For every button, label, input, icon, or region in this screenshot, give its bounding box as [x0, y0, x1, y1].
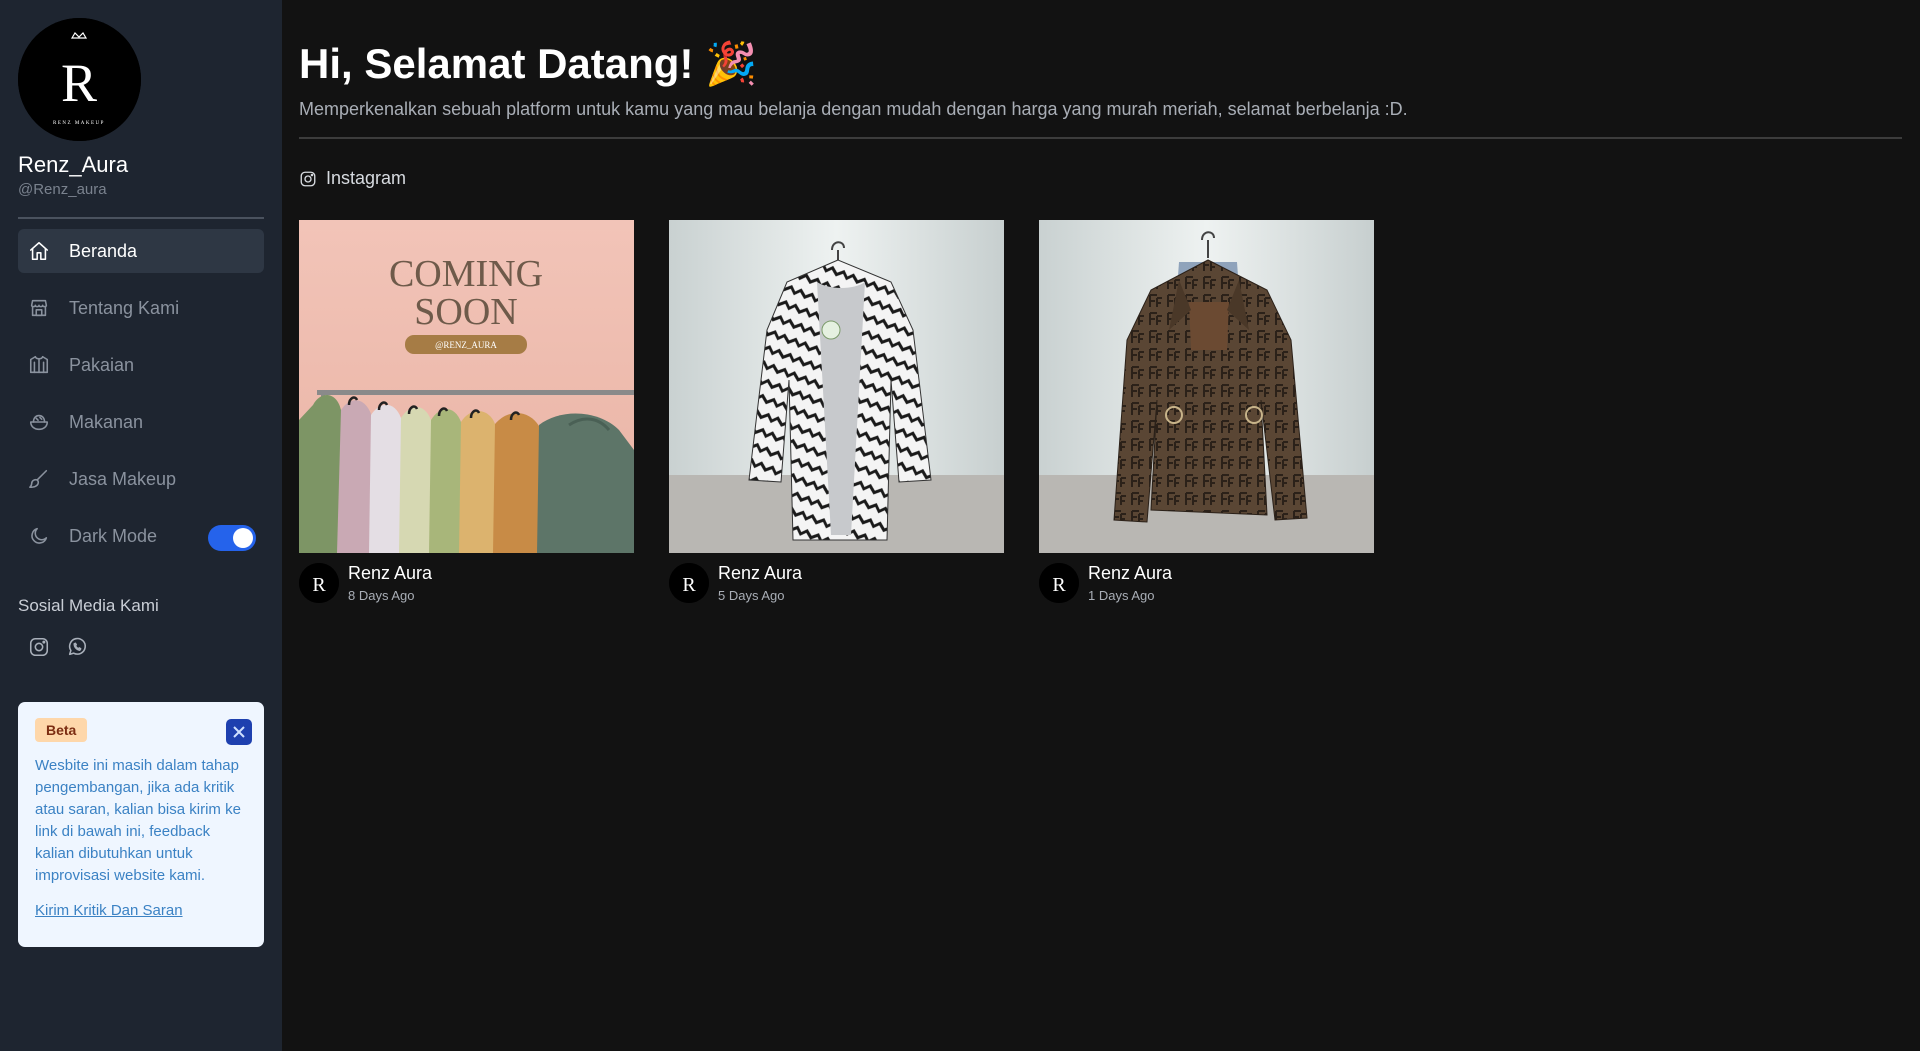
- nav-item-beranda[interactable]: Beranda: [18, 229, 264, 273]
- svg-text:R: R: [61, 53, 97, 113]
- author-avatar: R: [299, 563, 339, 603]
- post-info: Renz Aura 1 Days Ago: [1088, 563, 1172, 603]
- beta-badge: Beta: [35, 718, 88, 742]
- whatsapp-icon[interactable]: [66, 636, 88, 658]
- post-image-coming-soon[interactable]: COMING SOON @RENZ_AURA: [299, 220, 634, 553]
- sidebar-divider: [18, 217, 264, 219]
- nav-label: Tentang Kami: [69, 297, 180, 318]
- home-icon: [28, 240, 50, 262]
- post-meta: R Renz Aura 1 Days Ago: [1039, 563, 1374, 603]
- nav-label: Dark Mode: [69, 525, 158, 546]
- author-avatar: R: [1039, 563, 1079, 603]
- post-author: Renz Aura: [348, 563, 433, 583]
- post-time: 8 Days Ago: [348, 588, 415, 603]
- nav-item-tentang-kami[interactable]: Tentang Kami: [18, 286, 264, 330]
- svg-text:COMING: COMING: [389, 253, 543, 295]
- moon-icon: [28, 525, 50, 547]
- close-icon: [233, 726, 245, 738]
- feedback-link[interactable]: Kirim Kritik Dan Saran: [35, 902, 247, 919]
- svg-text:SOON: SOON: [414, 291, 517, 333]
- profile-avatar[interactable]: R RENZ MAKEUP: [18, 18, 141, 141]
- post-image-brown-pattern-jacket[interactable]: [1039, 220, 1374, 553]
- svg-text:@RENZ_AURA: @RENZ_AURA: [435, 340, 497, 350]
- post-meta: R Renz Aura 5 Days Ago: [669, 563, 1004, 603]
- brush-icon: [28, 468, 50, 490]
- nav-item-pakaian[interactable]: Pakaian: [18, 343, 264, 387]
- nav-label: Pakaian: [69, 354, 135, 375]
- toggle-knob: [233, 528, 253, 548]
- beta-text: Wesbite ini masih dalam tahap pengembang…: [35, 757, 241, 884]
- profile-handle: @Renz_aura: [18, 181, 107, 198]
- author-avatar: R: [669, 563, 709, 603]
- instagram-icon[interactable]: [28, 636, 50, 658]
- social-icons: [28, 636, 88, 658]
- post-author: Renz Aura: [718, 563, 803, 583]
- post-card[interactable]: R Renz Aura 5 Days Ago: [669, 220, 1004, 603]
- social-title: Sosial Media Kami: [18, 596, 159, 615]
- close-button[interactable]: [226, 719, 252, 745]
- post-card[interactable]: R Renz Aura 1 Days Ago: [1039, 220, 1374, 603]
- shirt-icon: [28, 354, 50, 376]
- renz-logo: R RENZ MAKEUP: [18, 18, 141, 141]
- nav-item-jasa-makeup[interactable]: Jasa Makeup: [18, 457, 264, 501]
- section-label: Instagram: [326, 168, 407, 188]
- svg-text:R: R: [312, 574, 326, 596]
- post-meta: R Renz Aura 8 Days Ago: [299, 563, 634, 603]
- store-icon: [28, 297, 50, 319]
- post-info: Renz Aura 8 Days Ago: [348, 563, 432, 603]
- main-divider: [299, 137, 1902, 139]
- nav-item-dark-mode: Dark Mode: [18, 514, 264, 558]
- post-card[interactable]: COMING SOON @RENZ_AURA R Renz Aura 8 Day…: [299, 220, 634, 603]
- page-title: Hi, Selamat Datang! 🎉: [299, 40, 758, 87]
- svg-text:R: R: [682, 574, 696, 596]
- page-subtitle: Memperkenalkan sebuah platform untuk kam…: [299, 99, 1408, 119]
- nav-item-makanan[interactable]: Makanan: [18, 400, 264, 444]
- dark-mode-toggle[interactable]: [208, 525, 256, 551]
- post-grid: COMING SOON @RENZ_AURA R Renz Aura 8 Day…: [299, 220, 1374, 603]
- instagram-icon: [300, 171, 316, 186]
- main-content: Hi, Selamat Datang! 🎉 Memperkenalkan seb…: [282, 0, 1920, 1051]
- nav-label: Beranda: [69, 240, 138, 261]
- post-info: Renz Aura 5 Days Ago: [718, 563, 802, 603]
- nav-label: Makanan: [69, 411, 144, 432]
- post-image-zebra-jacket[interactable]: [669, 220, 1004, 553]
- profile-name: Renz_Aura: [18, 152, 129, 177]
- svg-text:R: R: [1052, 574, 1066, 596]
- post-time: 5 Days Ago: [718, 588, 785, 603]
- nav-label: Jasa Makeup: [69, 468, 177, 489]
- post-time: 1 Days Ago: [1088, 588, 1155, 603]
- bowl-icon: [28, 411, 50, 433]
- post-author: Renz Aura: [1088, 563, 1173, 583]
- beta-notice-card: Beta Wesbite ini masih dalam tahap penge…: [18, 702, 264, 947]
- sidebar-nav: Beranda Tentang Kami Pakaian Makanan Jas…: [18, 229, 264, 571]
- sidebar: R RENZ MAKEUP Renz_Aura @Renz_aura Beran…: [0, 0, 282, 1051]
- instagram-section-label: Instagram: [299, 168, 406, 189]
- svg-text:RENZ MAKEUP: RENZ MAKEUP: [53, 121, 105, 126]
